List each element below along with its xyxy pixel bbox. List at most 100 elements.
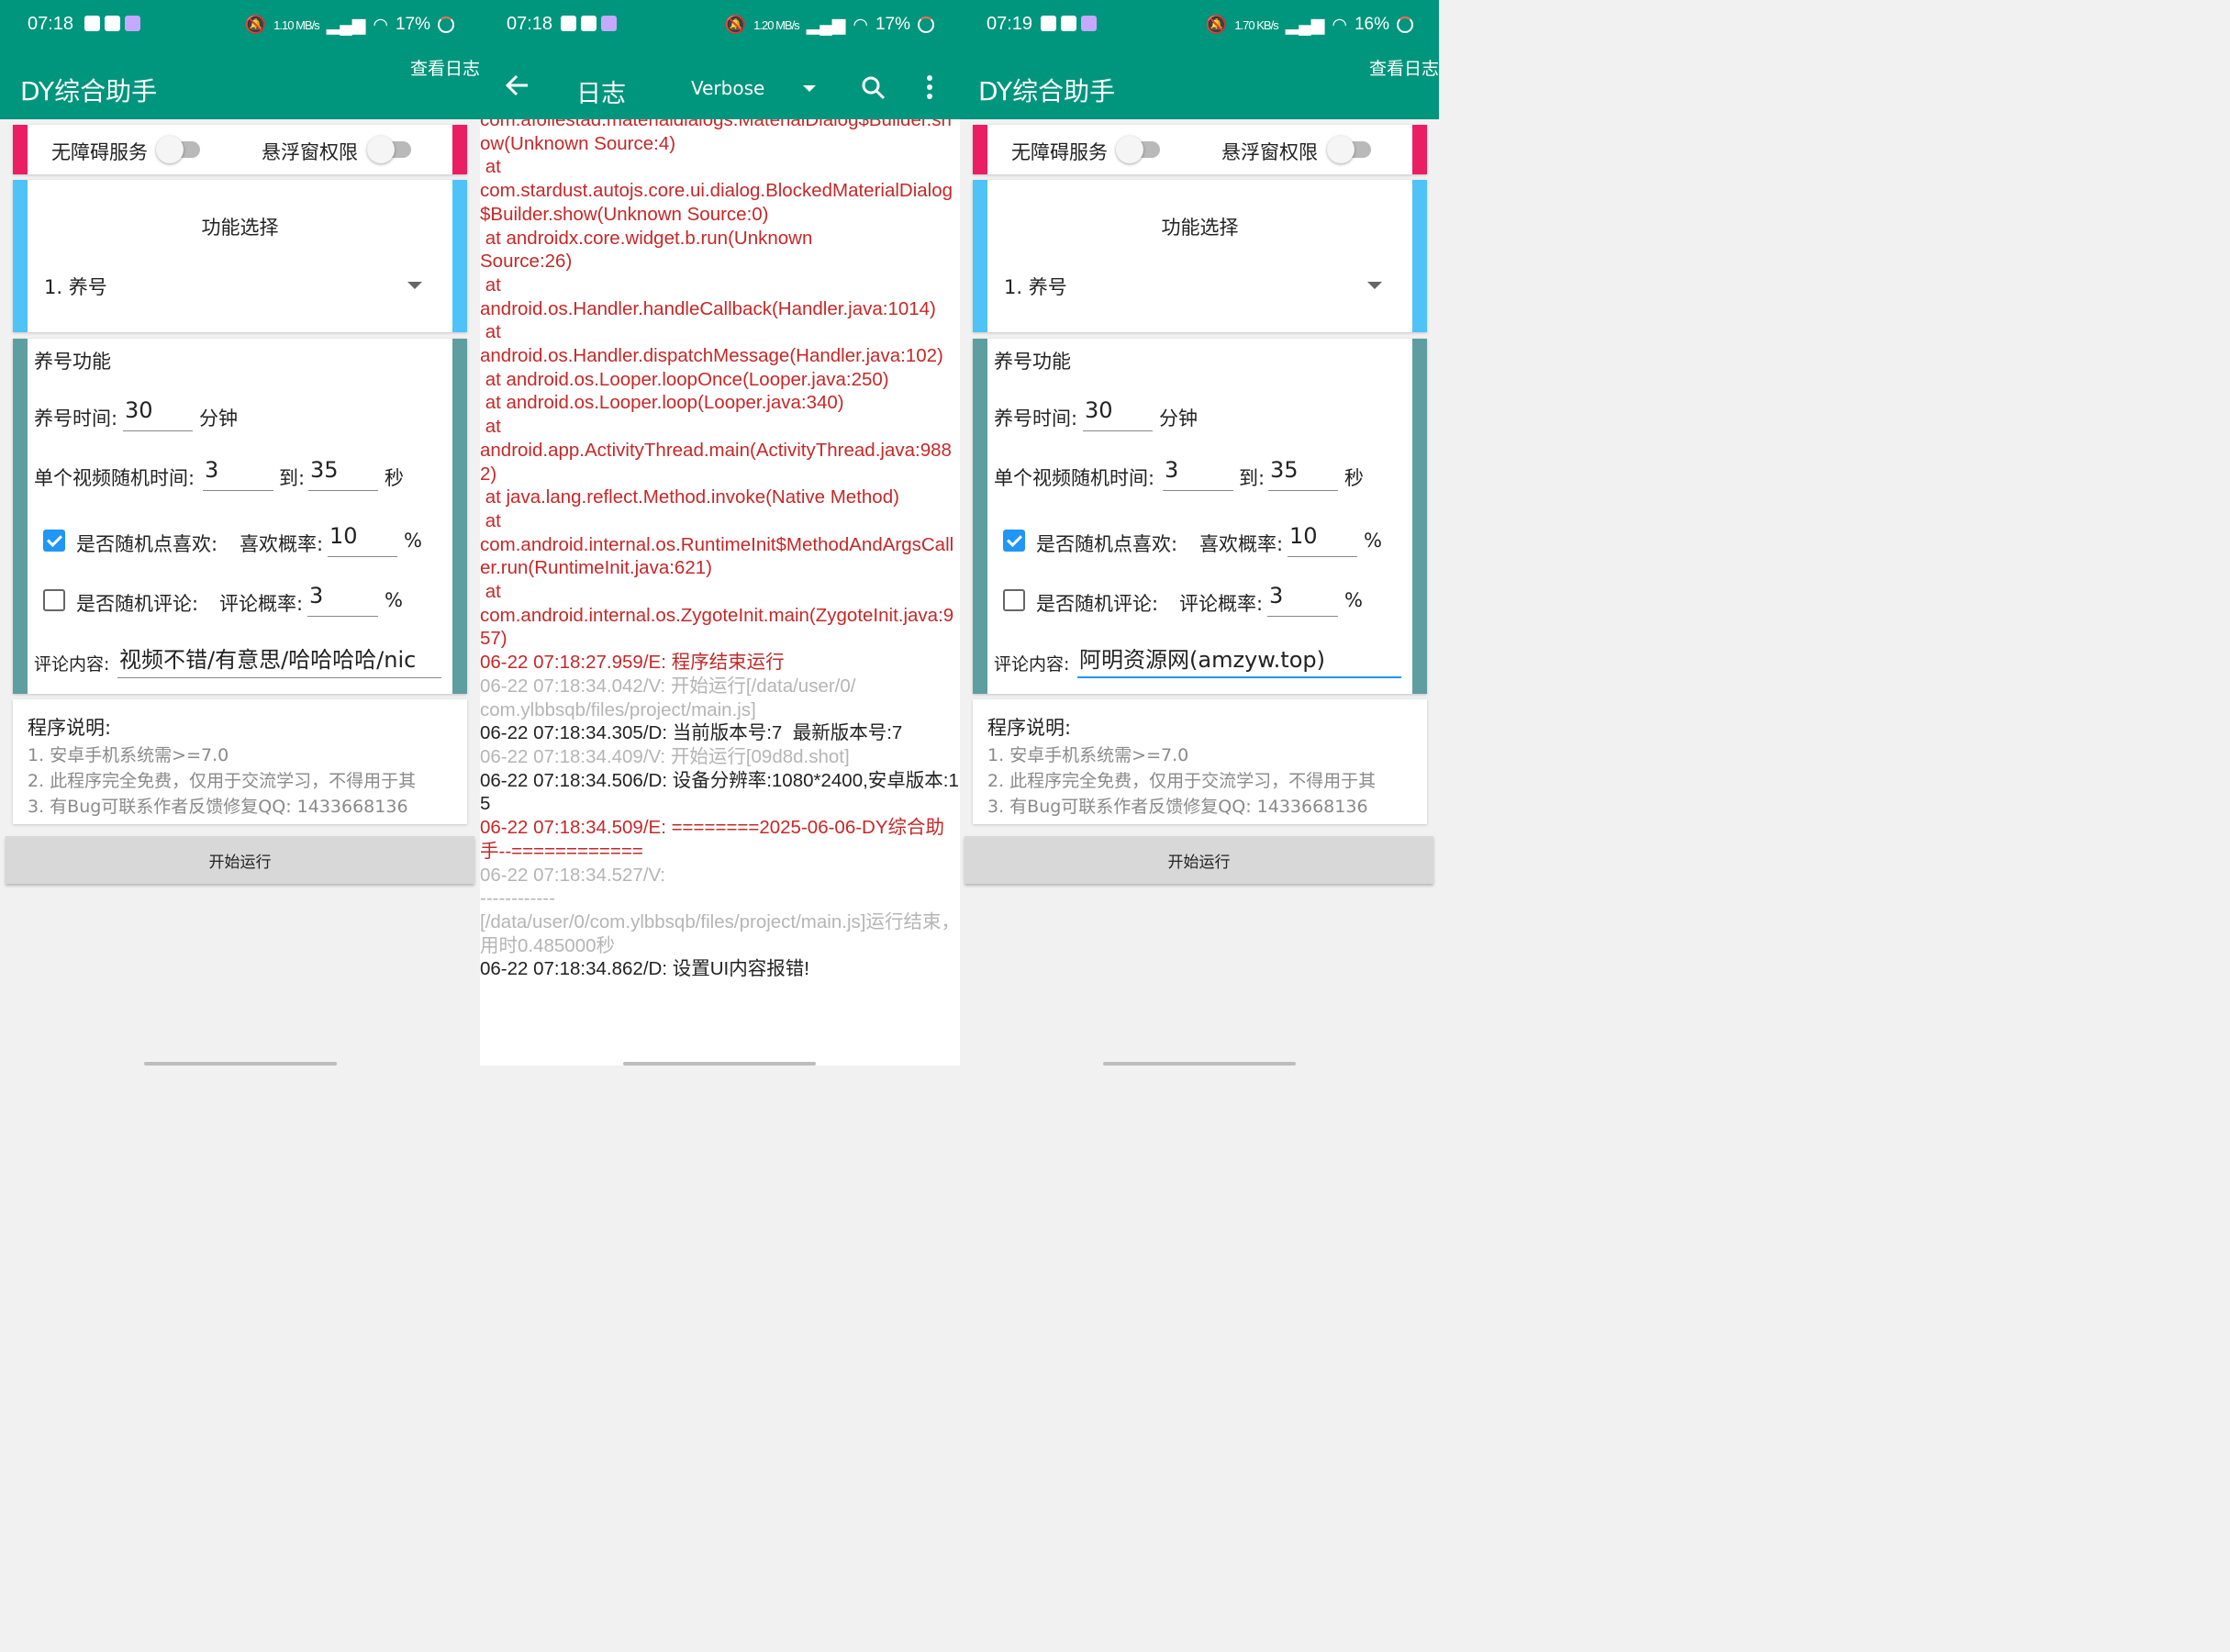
status-time: 07:19 [987, 14, 1033, 34]
status-icons: 🔕 1.10 MB/s ▂▄▆ ◠ 17% [244, 14, 454, 36]
notification-icon [105, 16, 120, 31]
home-indicator[interactable] [623, 1062, 816, 1066]
video-time-to-label: 到: [1239, 467, 1266, 489]
description-line: 1. 安卓手机系统需>=7.0 [28, 745, 229, 765]
notification-icon [581, 16, 597, 31]
log-entry: 06-22 07:18:34.409/V: 开始运行[09d8d.shot] [480, 745, 850, 767]
comment-content-label: 评论内容: [34, 654, 110, 675]
signal-icon: ▂▄▆ [1285, 15, 1325, 35]
video-time-to-label: 到: [279, 467, 306, 489]
log-entry: 06-22 07:18:34.527/V: ------------ [/dat… [480, 864, 960, 956]
feature-dropdown[interactable]: 1. 养号 [1004, 273, 1067, 300]
like-checkbox[interactable] [1003, 530, 1025, 552]
search-icon[interactable] [862, 76, 886, 100]
notification-icon [1041, 16, 1056, 31]
comment-prob-input[interactable]: 3 [1267, 583, 1338, 617]
chevron-down-icon[interactable] [407, 282, 422, 289]
card-accent [1412, 180, 1427, 332]
like-prob-label: 喜欢概率: [1199, 533, 1284, 555]
accessibility-switch[interactable] [1116, 136, 1160, 163]
chevron-down-icon[interactable] [803, 85, 816, 92]
app-bar: 07:19 🔕 1.70 KB/s ▂▄▆ ◠ 16% DY综合助手 查看日志 [960, 0, 1439, 119]
time-unit: 分钟 [1159, 407, 1198, 430]
home-indicator[interactable] [144, 1062, 337, 1066]
comment-content-input[interactable]: 阿明资源网(amzyw.top) [1077, 642, 1401, 678]
back-arrow-icon[interactable] [506, 73, 530, 97]
video-time-from-input[interactable]: 3 [1163, 457, 1233, 491]
percent-sign: % [1344, 589, 1363, 611]
view-log-button[interactable]: 查看日志 [410, 55, 480, 80]
percent-sign: % [385, 589, 403, 611]
app-title: DY综合助手 [978, 76, 1116, 106]
comment-prob-label: 评论概率: [219, 593, 304, 615]
time-label: 养号时间: [34, 407, 118, 430]
view-log-button[interactable]: 查看日志 [1369, 55, 1439, 80]
battery-icon [918, 17, 934, 33]
like-prob-label: 喜欢概率: [240, 533, 324, 555]
video-time-to-input[interactable]: 35 [1268, 457, 1338, 491]
time-input[interactable]: 30 [123, 397, 193, 431]
log-entry: 06-22 07:18:34.506/D: 设备分辨率:1080*2400,安卓… [480, 769, 959, 815]
comment-content-input[interactable]: 视频不错/有意思/哈哈哈哈/nic [117, 642, 441, 678]
status-icons: 🔕 1.70 KB/s ▂▄▆ ◠ 16% [1206, 14, 1413, 36]
wifi-icon: ◠ [1332, 15, 1347, 35]
card-accent [452, 180, 467, 332]
comment-prob-label: 评论概率: [1179, 593, 1264, 615]
accessibility-switch[interactable] [156, 136, 200, 163]
description-card: 程序说明: 1. 安卓手机系统需>=7.0 2. 此程序完全免费，仅用于交流学习… [973, 699, 1427, 824]
log-level-dropdown[interactable]: Verbose [691, 77, 764, 99]
battery-icon [438, 17, 454, 33]
log-entry: 06-22 07:18:34.862/D: 设置UI内容报错! [480, 958, 809, 980]
feature-dropdown[interactable]: 1. 养号 [44, 273, 107, 300]
signal-icon: ▂▄▆ [326, 15, 366, 35]
log-entry: at androidx.core.widget.b.run(Unknown So… [480, 227, 813, 273]
video-time-to-input[interactable]: 35 [308, 457, 378, 491]
card-accent [973, 180, 987, 332]
overlay-switch[interactable] [367, 136, 411, 163]
card-accent [1412, 339, 1427, 694]
app-screen-1: 07:18 🔕 1.10 MB/s ▂▄▆ ◠ 17% DY综合助手 查看日志 … [0, 0, 480, 1066]
like-prob-input[interactable]: 10 [328, 523, 397, 557]
log-entry: 06-22 07:18:34.042/V: 开始运行[/data/user/0/… [480, 675, 856, 720]
card-accent [452, 339, 467, 694]
permissions-card: 无障碍服务 悬浮窗权限 [973, 125, 1427, 174]
status-time: 07:18 [28, 14, 74, 34]
time-input[interactable]: 30 [1083, 397, 1153, 431]
notification-icon [561, 16, 576, 31]
log-entry: at android.os.Handler.dispatchMessage(Ha… [480, 321, 943, 367]
comment-checkbox[interactable] [1003, 589, 1025, 611]
like-label: 是否随机点喜欢: [1036, 533, 1178, 555]
description-line: 3. 有Bug可联系作者反馈修复QQ: 1433668136 [28, 797, 408, 817]
app-title: DY综合助手 [20, 76, 158, 106]
log-entry: at com.android.internal.os.ZygoteInit.ma… [480, 581, 954, 650]
like-label: 是否随机点喜欢: [76, 533, 218, 555]
video-time-from-input[interactable]: 3 [203, 457, 273, 491]
home-indicator[interactable] [1103, 1062, 1296, 1066]
comment-checkbox[interactable] [43, 589, 65, 611]
section-title: 养号功能 [34, 351, 111, 373]
net-speed: 1.70 KB/s [1234, 17, 1278, 32]
start-button[interactable]: 开始运行 [6, 836, 474, 884]
notification-icon [125, 16, 140, 31]
log-app-bar: 07:18 🔕 1.20 MB/s ▂▄▆ ◠ 17% 日志 Verbose [480, 0, 960, 119]
status-time: 07:18 [507, 14, 553, 34]
percent-sign: % [404, 530, 422, 552]
log-list[interactable]: com.afollestad.materialdialogs.MaterialD… [480, 119, 960, 1066]
notification-icon [601, 16, 617, 31]
log-entry: 06-22 07:18:34.305/D: 当前版本号:7 最新版本号:7 [480, 722, 903, 744]
accessibility-label: 无障碍服务 [51, 141, 148, 163]
video-time-label: 单个视频随机时间: [994, 467, 1155, 489]
log-entry: at com.android.internal.os.RuntimeInit$M… [480, 509, 954, 579]
chevron-down-icon[interactable] [1367, 282, 1382, 289]
overlay-switch[interactable] [1327, 136, 1371, 163]
more-vert-icon[interactable] [927, 75, 932, 99]
log-entry: at android.app.ActivityThread.main(Activ… [480, 416, 952, 485]
description-line: 2. 此程序完全免费，仅用于交流学习，不得用于其 [987, 771, 1377, 791]
battery-level: 17% [875, 15, 910, 34]
feature-select-card: 功能选择 1. 养号 [973, 180, 1427, 332]
comment-label: 是否随机评论: [76, 593, 199, 615]
comment-prob-input[interactable]: 3 [307, 583, 378, 617]
like-checkbox[interactable] [43, 530, 65, 552]
start-button[interactable]: 开始运行 [964, 836, 1433, 884]
like-prob-input[interactable]: 10 [1288, 523, 1357, 557]
